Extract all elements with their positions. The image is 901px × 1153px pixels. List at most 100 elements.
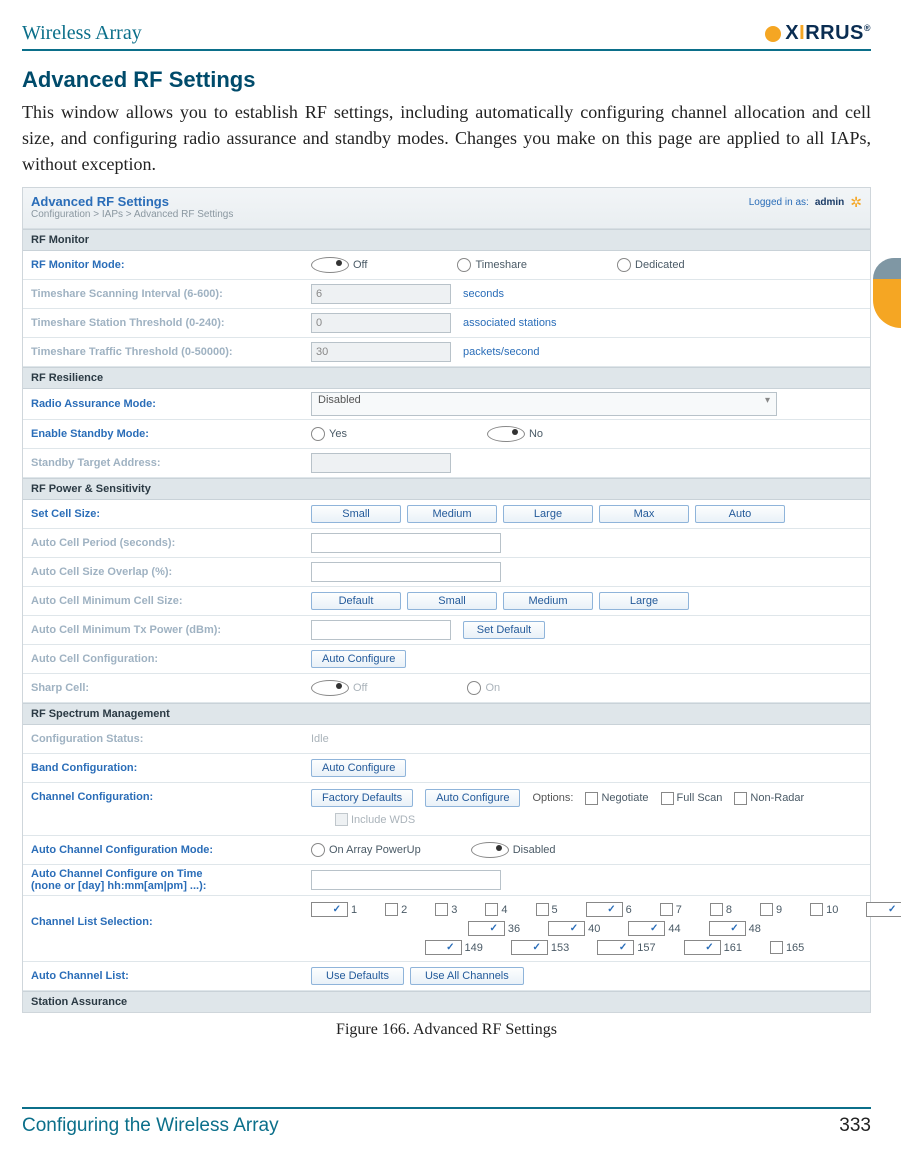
ch-149[interactable]: 149 (425, 940, 483, 955)
ch-1[interactable]: 1 (311, 902, 357, 917)
auto-min-small-button[interactable]: Small (407, 592, 497, 610)
cell-size-max-button[interactable]: Max (599, 505, 689, 523)
ch-4[interactable]: 4 (485, 902, 507, 917)
ch-6[interactable]: 6 (586, 902, 632, 917)
ch-36[interactable]: 36 (468, 921, 520, 936)
auto-overlap-label: Auto Cell Size Overlap (%): (31, 566, 311, 578)
page-footer: Configuring the Wireless Array 333 (22, 1107, 871, 1137)
breadcrumb: Configuration > IAPs > Advanced RF Setti… (31, 209, 233, 220)
ch-161[interactable]: 161 (684, 940, 742, 955)
conf-status-value: Idle (311, 733, 329, 745)
chan-time-input[interactable] (311, 870, 501, 890)
station-threshold-input[interactable] (311, 313, 451, 333)
logo-dot-icon (765, 26, 781, 42)
auto-conf-label: Auto Cell Configuration: (31, 653, 311, 665)
ch-10[interactable]: 10 (810, 902, 838, 917)
auto-configure-cell-button[interactable]: Auto Configure (311, 650, 406, 668)
rf-monitor-mode-timeshare[interactable]: Timeshare (457, 258, 527, 272)
page-edge-tab (873, 258, 901, 328)
logo-text: XIRRUS® (785, 22, 871, 45)
section-paragraph: This window allows you to establish RF s… (22, 99, 871, 177)
rf-monitor-mode-dedicated[interactable]: Dedicated (617, 258, 685, 272)
sharp-on[interactable]: On (467, 681, 500, 695)
ch-157[interactable]: 157 (597, 940, 655, 955)
auto-period-label: Auto Cell Period (seconds): (31, 537, 311, 549)
standby-mode-label: Enable Standby Mode: (31, 428, 311, 440)
gear-icon[interactable]: ✲ (850, 194, 862, 211)
scan-interval-input[interactable] (311, 284, 451, 304)
ch-3[interactable]: 3 (435, 902, 457, 917)
ch-9[interactable]: 9 (760, 902, 782, 917)
panel-title: Advanced RF Settings (31, 194, 233, 209)
opt-non-radar[interactable]: Non-Radar (734, 792, 804, 805)
figure-caption: Figure 166. Advanced RF Settings (22, 1021, 871, 1039)
chan-mode-label: Auto Channel Configuration Mode: (31, 844, 311, 856)
sharp-off[interactable]: Off (311, 680, 367, 696)
standby-no[interactable]: No (487, 426, 543, 442)
chan-mode-disabled[interactable]: Disabled (471, 842, 556, 858)
ch-8[interactable]: 8 (710, 902, 732, 917)
ch-11[interactable]: 11 (866, 902, 901, 917)
ch-7[interactable]: 7 (660, 902, 682, 917)
advanced-rf-settings-figure: Advanced RF Settings Configuration > IAP… (22, 187, 871, 1013)
chan-mode-powerup[interactable]: On Array PowerUp (311, 843, 421, 857)
station-threshold-label: Timeshare Station Threshold (0-240): (31, 317, 311, 329)
chan-conf-label: Channel Configuration: (31, 789, 311, 803)
ch-40[interactable]: 40 (548, 921, 600, 936)
traffic-threshold-label: Timeshare Traffic Threshold (0-50000): (31, 346, 311, 358)
cell-size-medium-button[interactable]: Medium (407, 505, 497, 523)
cell-size-large-button[interactable]: Large (503, 505, 593, 523)
ch-48[interactable]: 48 (709, 921, 761, 936)
auto-chan-list-label: Auto Channel List: (31, 970, 311, 982)
auto-min-default-button[interactable]: Default (311, 592, 401, 610)
ch-44[interactable]: 44 (628, 921, 680, 936)
standby-target-label: Standby Target Address: (31, 457, 311, 469)
cell-size-auto-button[interactable]: Auto (695, 505, 785, 523)
ch-5[interactable]: 5 (536, 902, 558, 917)
rf-monitor-header: RF Monitor (23, 229, 870, 251)
assurance-mode-label: Radio Assurance Mode: (31, 398, 311, 410)
chan-list-label: Channel List Selection: (31, 902, 311, 928)
login-status: Logged in as: admin ✲ (749, 194, 862, 211)
auto-min-large-button[interactable]: Large (599, 592, 689, 610)
auto-min-tx-input[interactable] (311, 620, 451, 640)
standby-target-input[interactable] (311, 453, 451, 473)
auto-overlap-input[interactable] (311, 562, 501, 582)
factory-defaults-button[interactable]: Factory Defaults (311, 789, 413, 807)
sharp-cell-label: Sharp Cell: (31, 682, 311, 694)
ch-153[interactable]: 153 (511, 940, 569, 955)
use-defaults-button[interactable]: Use Defaults (311, 967, 404, 985)
ch-2[interactable]: 2 (385, 902, 407, 917)
cell-size-small-button[interactable]: Small (311, 505, 401, 523)
page-header: Wireless Array XIRRUS® (22, 22, 871, 51)
opt-include-wds[interactable]: Include WDS (335, 813, 415, 826)
auto-min-label: Auto Cell Minimum Cell Size: (31, 595, 311, 607)
footer-section: Configuring the Wireless Array (22, 1115, 279, 1137)
page-number: 333 (839, 1115, 871, 1137)
auto-period-input[interactable] (311, 533, 501, 553)
band-conf-label: Band Configuration: (31, 762, 311, 774)
use-all-channels-button[interactable]: Use All Channels (410, 967, 524, 985)
band-auto-configure-button[interactable]: Auto Configure (311, 759, 406, 777)
traffic-threshold-input[interactable] (311, 342, 451, 362)
opt-full-scan[interactable]: Full Scan (661, 792, 723, 805)
opt-negotiate[interactable]: Negotiate (585, 792, 648, 805)
assurance-mode-select[interactable]: Disabled (311, 392, 777, 416)
auto-min-medium-button[interactable]: Medium (503, 592, 593, 610)
rf-spectrum-header: RF Spectrum Management (23, 703, 870, 725)
section-heading: Advanced RF Settings (22, 67, 871, 93)
chan-auto-configure-button[interactable]: Auto Configure (425, 789, 520, 807)
channel-list-grid: 1 2 3 4 5 6 7 8 9 10 11 36 40 44 48 (311, 902, 901, 955)
set-default-button[interactable]: Set Default (463, 621, 545, 639)
rf-monitor-mode-label: RF Monitor Mode: (31, 259, 311, 271)
station-assurance-header: Station Assurance (23, 991, 870, 1012)
ch-165[interactable]: 165 (770, 940, 804, 955)
rf-monitor-mode-off[interactable]: Off (311, 257, 367, 273)
standby-yes[interactable]: Yes (311, 427, 347, 441)
chan-time-label: Auto Channel Configure on Time (none or … (31, 868, 311, 892)
rf-power-header: RF Power & Sensitivity (23, 478, 870, 500)
auto-min-tx-label: Auto Cell Minimum Tx Power (dBm): (31, 624, 311, 636)
rf-resilience-header: RF Resilience (23, 367, 870, 389)
doc-title: Wireless Array (22, 22, 142, 45)
cell-size-label: Set Cell Size: (31, 508, 311, 520)
